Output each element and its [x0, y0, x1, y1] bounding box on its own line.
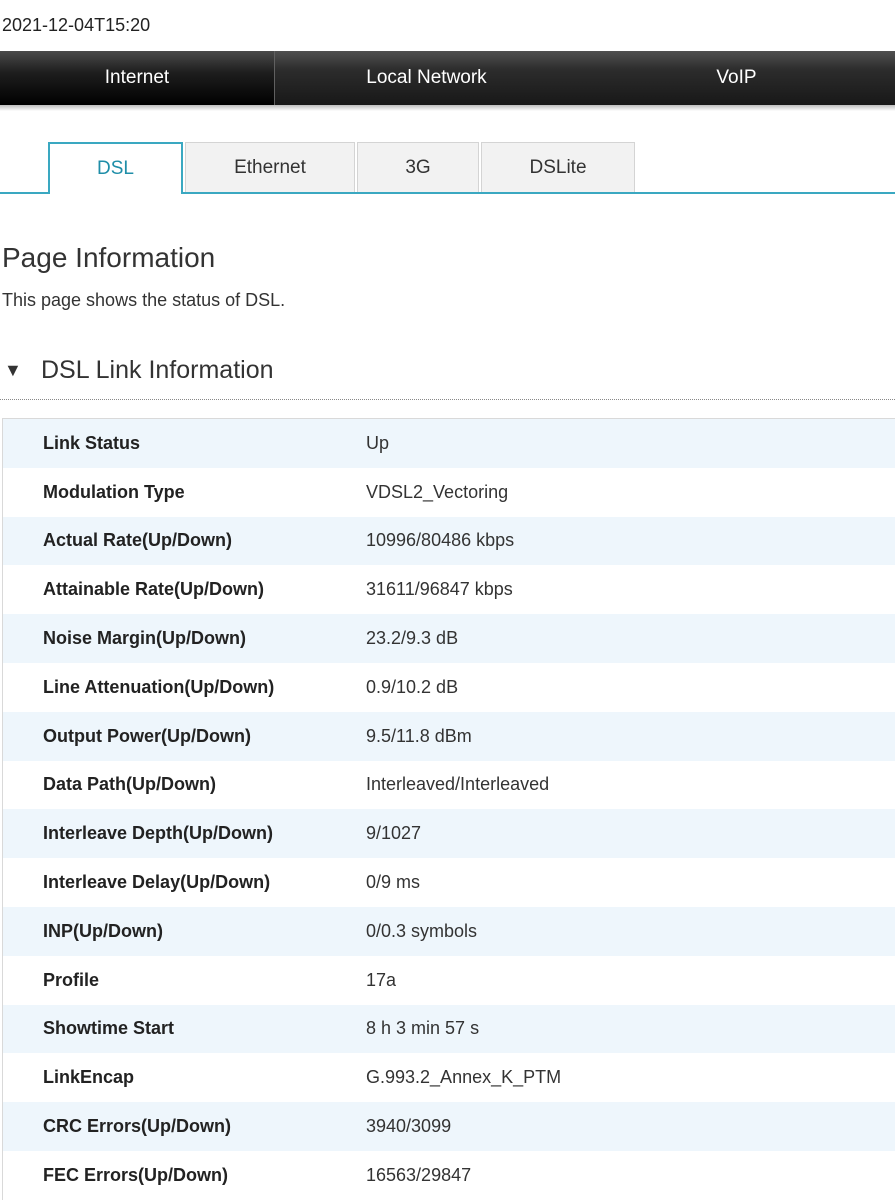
tab-internet[interactable]: Internet [0, 51, 275, 105]
row-label: Line Attenuation(Up/Down) [43, 676, 275, 697]
row-label: Interleave Depth(Up/Down) [43, 823, 274, 844]
table-row: INP(Up/Down) 0/0.3 symbols [3, 906, 895, 956]
section-toggle-dsl-link-information[interactable]: ▼ DSL Link Information [4, 356, 274, 385]
section-divider [0, 399, 895, 400]
row-label: CRC Errors(Up/Down) [43, 1116, 231, 1137]
subtab-3g[interactable]: 3G [357, 142, 479, 193]
row-value: 9/1027 [366, 823, 422, 844]
table-row: CRC Errors(Up/Down) 3940/3099 [3, 1102, 895, 1151]
row-label: Profile [43, 969, 100, 990]
row-value: 9.5/11.8 dBm [366, 725, 472, 746]
row-label: Showtime Start [43, 1018, 175, 1039]
row-value: Up [366, 432, 390, 453]
subtab-dsl[interactable]: DSL [48, 142, 183, 193]
page-title: Page Information [2, 242, 216, 273]
sub-tabs: DSL Ethernet 3G DSLite [48, 142, 637, 193]
table-row: Noise Margin(Up/Down) 23.2/9.3 dB [3, 614, 895, 663]
table-row: Actual Rate(Up/Down) 10996/80486 kbps [3, 516, 895, 566]
table-row: Link Status Up [3, 419, 895, 468]
tab-voip[interactable]: VoIP [578, 51, 895, 105]
row-label: INP(Up/Down) [43, 920, 163, 941]
row-label: Attainable Rate(Up/Down) [43, 579, 265, 600]
top-navigation: Internet Local Network VoIP [0, 51, 895, 105]
section-title: DSL Link Information [41, 356, 274, 384]
table-row: Attainable Rate(Up/Down) 31611/96847 kbp… [3, 565, 895, 615]
table-row: LinkEncap G.993.2_Annex_K_PTM [3, 1053, 895, 1103]
table-row: Showtime Start 8 h 3 min 57 s [3, 1004, 895, 1054]
tab-local-network[interactable]: Local Network [275, 51, 578, 105]
row-value: 10996/80486 kbps [366, 530, 515, 551]
table-row: Data Path(Up/Down) Interleaved/Interleav… [3, 760, 895, 810]
table-row: Profile 17a [3, 955, 895, 1005]
table-row: Interleave Depth(Up/Down) 9/1027 [3, 809, 895, 859]
row-label: Interleave Delay(Up/Down) [43, 872, 271, 893]
row-value: 0/0.3 symbols [366, 920, 478, 941]
row-value: 0.9/10.2 dB [366, 676, 459, 697]
subtab-active-gap [50, 192, 181, 194]
row-label: Noise Margin(Up/Down) [43, 628, 246, 649]
row-value: VDSL2_Vectoring [366, 481, 509, 502]
row-label: Data Path(Up/Down) [43, 774, 216, 795]
row-label: Output Power(Up/Down) [43, 725, 251, 746]
table-row: Output Power(Up/Down) 9.5/11.8 dBm [3, 711, 895, 761]
subtab-dslite[interactable]: DSLite [481, 142, 635, 193]
table-row: Modulation Type VDSL2_Vectoring [3, 467, 895, 517]
dsl-info-table: Link Status Up Modulation Type VDSL2_Vec… [2, 418, 895, 1200]
row-label: FEC Errors(Up/Down) [43, 1164, 229, 1185]
table-row: Interleave Delay(Up/Down) 0/9 ms [3, 858, 895, 907]
row-value: 17a [366, 969, 397, 990]
row-value: G.993.2_Annex_K_PTM [366, 1067, 562, 1088]
row-value: Interleaved/Interleaved [366, 774, 550, 795]
row-label: Link Status [43, 432, 141, 453]
timestamp: 2021-12-04T15:20 [2, 15, 151, 35]
page-description: This page shows the status of DSL. [2, 290, 286, 310]
row-value: 3940/3099 [366, 1116, 452, 1137]
row-value: 0/9 ms [366, 872, 421, 893]
row-value: 16563/29847 [366, 1164, 472, 1185]
table-row: FEC Errors(Up/Down) 16563/29847 [3, 1150, 895, 1200]
row-label: Actual Rate(Up/Down) [43, 530, 232, 551]
table-row: Line Attenuation(Up/Down) 0.9/10.2 dB [3, 662, 895, 712]
row-label: LinkEncap [43, 1067, 135, 1088]
nav-shadow [0, 105, 895, 111]
row-value: 23.2/9.3 dB [366, 628, 459, 649]
row-value: 31611/96847 kbps [366, 579, 513, 600]
row-value: 8 h 3 min 57 s [366, 1018, 480, 1039]
row-label: Modulation Type [43, 481, 185, 502]
subtab-ethernet[interactable]: Ethernet [185, 142, 355, 193]
triangle-down-icon: ▼ [4, 360, 22, 380]
